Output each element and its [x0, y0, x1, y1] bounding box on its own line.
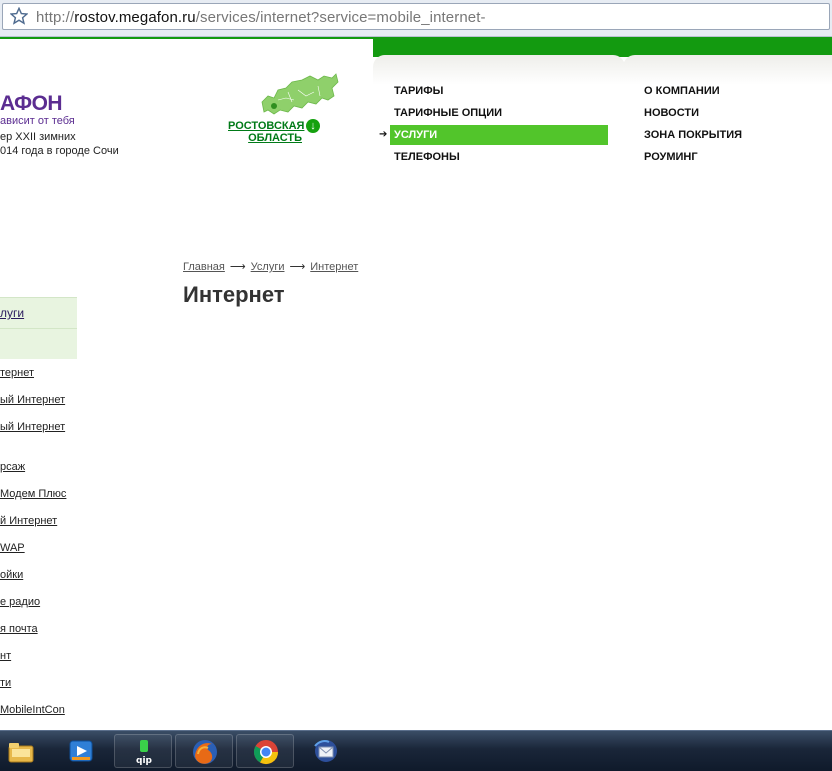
- firefox-icon: [193, 740, 217, 764]
- sidebar-item-services[interactable]: луги: [0, 306, 24, 320]
- sidebar-link[interactable]: WAP: [0, 542, 25, 554]
- megafon-logo[interactable]: АФОН: [0, 92, 63, 116]
- sidebar-link[interactable]: рсаж: [0, 461, 25, 473]
- olympic-line-1: ер XXII зимних: [0, 131, 76, 143]
- windows-taskbar: qip: [0, 730, 832, 771]
- breadcrumb-internet[interactable]: Интернет: [310, 261, 358, 273]
- address-bar[interactable]: http://rostov.megafon.ru/services/intern…: [2, 3, 830, 30]
- menu-item-roaming[interactable]: РОУМИНГ: [644, 147, 698, 167]
- header-line: [0, 37, 373, 39]
- sidebar-link[interactable]: я почта: [0, 623, 38, 635]
- sidebar-link[interactable]: тернет: [0, 367, 34, 379]
- region-line-1: РОСТОВСКАЯ: [228, 120, 305, 132]
- folder-icon: [8, 743, 34, 763]
- breadcrumb-separator: ⟶: [289, 261, 306, 273]
- russia-map-icon[interactable]: [258, 72, 340, 118]
- taskbar-qip[interactable]: qip: [114, 734, 172, 768]
- sidebar-link[interactable]: нт: [0, 650, 11, 662]
- browser-toolbar: http://rostov.megafon.ru/services/intern…: [0, 0, 832, 37]
- svg-text:qip: qip: [136, 756, 153, 766]
- active-arrow-icon: ➔: [379, 129, 388, 140]
- sidebar-link[interactable]: ойки: [0, 569, 23, 581]
- url-host: rostov.megafon.ru: [74, 9, 196, 26]
- sidebar-subsection-box: [0, 328, 77, 359]
- breadcrumb-separator: ⟶: [229, 261, 246, 273]
- menu-item-phones[interactable]: ТЕЛЕФОНЫ: [394, 147, 460, 167]
- region-selector-link[interactable]: РОСТОВСКАЯ ОБЛАСТЬ: [228, 120, 305, 144]
- sidebar-link[interactable]: ый Интернет: [0, 421, 65, 433]
- taskbar-chrome[interactable]: [236, 734, 294, 768]
- url-scheme: http://: [36, 9, 75, 26]
- taskbar-firefox[interactable]: [175, 734, 233, 768]
- url-path: /services/internet?service=mobile_intern…: [195, 9, 486, 26]
- menu-item-coverage[interactable]: ЗОНА ПОКРЫТИЯ: [644, 125, 742, 145]
- sidebar-link[interactable]: MobileIntCon: [0, 704, 65, 716]
- sidebar-link[interactable]: ти: [0, 677, 11, 689]
- breadcrumb-services[interactable]: Услуги: [251, 261, 285, 273]
- taskbar-media-player[interactable]: [52, 734, 110, 768]
- breadcrumb-home[interactable]: Главная: [183, 261, 225, 273]
- url-text[interactable]: http://rostov.megafon.ru/services/intern…: [36, 9, 486, 26]
- menu-item-services[interactable]: УСЛУГИ: [390, 125, 608, 145]
- region-line-2: ОБЛАСТЬ: [248, 132, 302, 144]
- breadcrumb: Главная ⟶ Услуги ⟶ Интернет: [183, 260, 358, 273]
- menu-item-tariff-options[interactable]: ТАРИФНЫЕ ОПЦИИ: [394, 103, 502, 123]
- page-title: Интернет: [183, 282, 285, 307]
- media-player-icon: [69, 740, 93, 762]
- menu-item-about[interactable]: О КОМПАНИИ: [644, 81, 720, 101]
- sidebar-link[interactable]: е радио: [0, 596, 40, 608]
- menu-item-tariffs[interactable]: ТАРИФЫ: [394, 81, 443, 101]
- bookmark-star-icon[interactable]: [10, 7, 28, 25]
- sidebar-link[interactable]: Модем Плюс: [0, 488, 66, 500]
- sidebar-link[interactable]: ый Интернет: [0, 394, 65, 406]
- taskbar-explorer[interactable]: [0, 734, 50, 768]
- taskbar-thunderbird[interactable]: [297, 734, 355, 768]
- olympic-sponsor-text: ер XXII зимних 014 года в городе Сочи: [0, 130, 119, 158]
- header-green-bar: [373, 37, 832, 57]
- thunderbird-icon: [314, 740, 337, 762]
- region-dropdown-arrow-icon[interactable]: ↓: [306, 119, 320, 133]
- qip-icon: qip: [136, 740, 153, 766]
- sidebar-link[interactable]: й Интернет: [0, 515, 57, 527]
- olympic-line-2: 014 года в городе Сочи: [0, 145, 119, 157]
- chrome-icon: [253, 740, 278, 765]
- logo-slogan: ависит от тебя: [0, 115, 75, 127]
- menu-item-news[interactable]: НОВОСТИ: [644, 103, 699, 123]
